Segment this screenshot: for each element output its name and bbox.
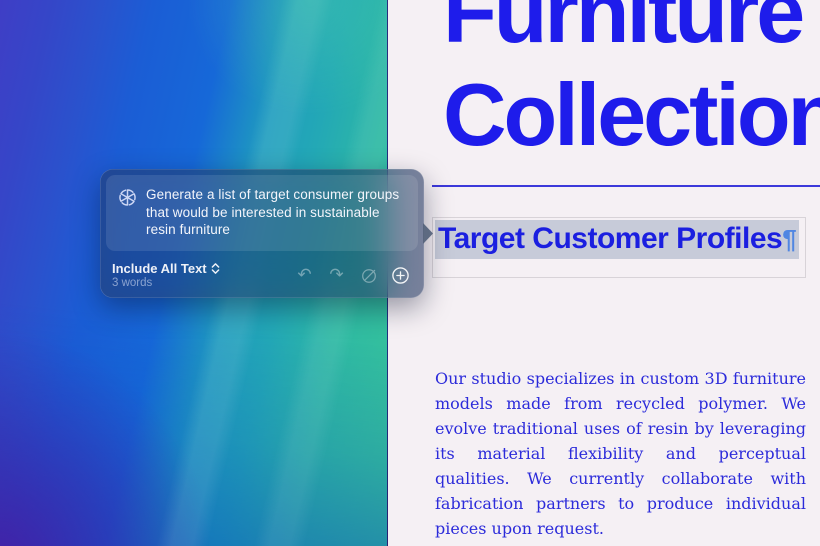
document-page: Furniture Collection Target Customer Pro… [388, 0, 820, 546]
document-title-line2: Collection [443, 63, 820, 166]
undo-button[interactable]: ↶ [295, 266, 314, 285]
add-icon [391, 266, 410, 285]
writing-tools-popup: Generate a list of target consumer group… [100, 169, 424, 298]
prompt-bubble: Generate a list of target consumer group… [106, 175, 418, 251]
popup-toolbar: Include All Text 3 words ↶ ↷ [100, 255, 424, 298]
chevrons-up-down-icon [210, 262, 221, 275]
body-paragraph[interactable]: Our studio specializes in custom 3D furn… [435, 366, 806, 541]
add-button[interactable] [391, 266, 410, 285]
redo-icon: ↷ [329, 267, 343, 284]
heading-text-box[interactable]: Target Customer Profiles¶ [432, 217, 806, 278]
pilcrow-mark: ¶ [782, 224, 796, 254]
redo-button[interactable]: ↷ [327, 266, 346, 285]
prompt-message: Generate a list of target consumer group… [146, 186, 402, 239]
document-title[interactable]: Furniture Collection [443, 0, 820, 166]
openai-logo-icon [117, 187, 138, 208]
document-title-line1: Furniture [443, 0, 820, 63]
word-count: 3 words [112, 278, 221, 290]
section-heading: Target Customer Profiles [438, 222, 782, 255]
section-divider [432, 185, 820, 187]
retry-slash-icon [360, 267, 378, 285]
scope-dropdown[interactable]: Include All Text [112, 262, 221, 275]
undo-icon: ↶ [297, 267, 311, 284]
retry-button[interactable] [359, 266, 378, 285]
scope-label: Include All Text [112, 262, 207, 275]
text-selection-highlight[interactable]: Target Customer Profiles¶ [435, 220, 799, 259]
